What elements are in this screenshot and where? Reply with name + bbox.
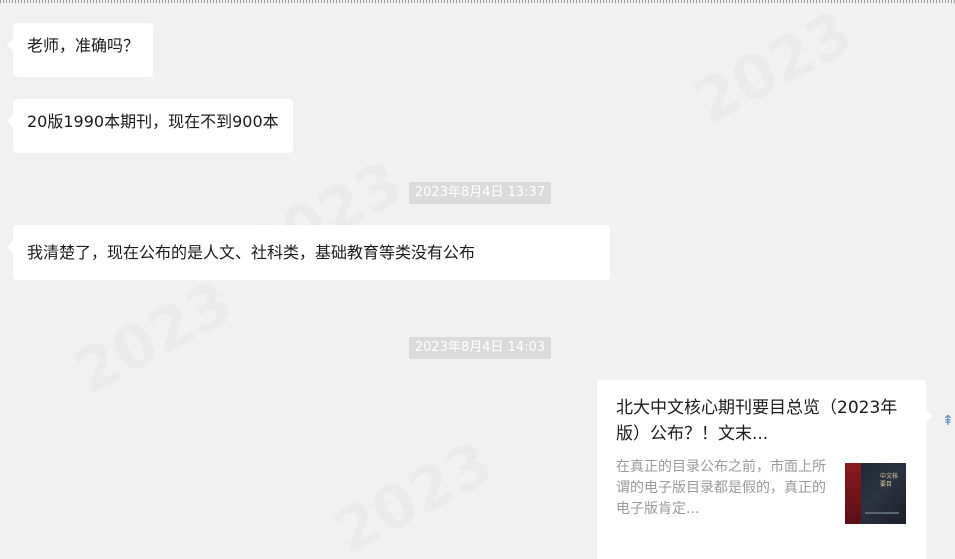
message-timestamp: 2023年8月4日 14:03 (0, 336, 955, 359)
thumbnail-red-strip (845, 463, 861, 524)
book-cover-thumbnail: 中文核 要目 (845, 463, 906, 524)
background-watermark: 2023 (683, 3, 863, 138)
message-text: 老师，准确吗？ (27, 36, 140, 55)
thumbnail-decoration (865, 512, 899, 514)
article-description: 在真正的目录公布之前，市面上所谓的电子版目录都是假的，真正的电子版肯定... (616, 459, 826, 517)
message-bubble-received[interactable]: 我清楚了，现在公布的是人文、社科类，基础教育等类没有公布 (7, 225, 610, 280)
message-bubble-received[interactable]: 老师，准确吗？ (6, 23, 154, 77)
background-watermark: 2023 (323, 428, 503, 559)
article-title: 北大中文核心期刊要目总览（2023年版）公布？！文末... (616, 398, 898, 444)
thumbnail-cover-text: 中文核 要目 (880, 473, 899, 488)
message-bubble-received[interactable]: 20版1990本期刊，现在不到900本 (7, 99, 293, 153)
timestamp-label: 2023年8月4日 13:37 (408, 182, 552, 204)
message-text: 我清楚了，现在公布的是人文、社科类，基础教育等类没有公布 (27, 243, 476, 262)
chat-message-list[interactable]: 2023 2023 2023 2023 老师，准确吗？ 20版1990本期刊，现… (0, 3, 955, 559)
message-text: 20版1990本期刊，现在不到900本 (27, 112, 279, 131)
timestamp-label: 2023年8月4日 14:03 (408, 337, 552, 359)
article-summary-row: 在真正的目录公布之前，市面上所谓的电子版目录都是假的，真正的电子版肯定... 中… (616, 457, 908, 524)
sender-avatar-icon[interactable]: ⇞ (942, 411, 955, 431)
shared-article-card[interactable]: 北大中文核心期刊要目总览（2023年版）公布？！文末... 在真正的目录公布之前… (597, 380, 932, 559)
message-timestamp: 2023年8月4日 13:37 (0, 181, 955, 204)
